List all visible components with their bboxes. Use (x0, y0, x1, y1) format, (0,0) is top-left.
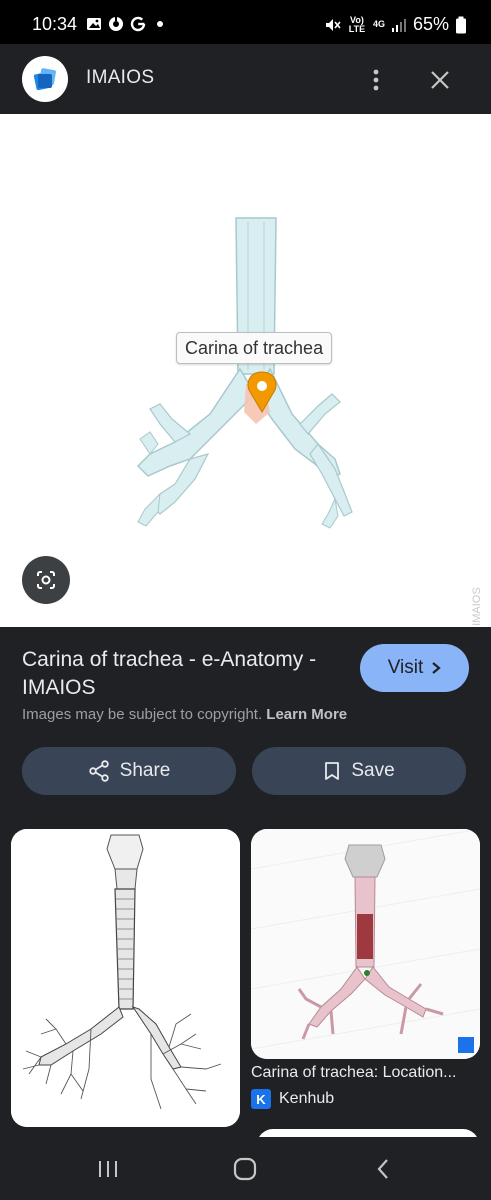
mute-icon (325, 18, 341, 31)
battery-icon (456, 16, 466, 33)
dot-icon (157, 21, 163, 27)
notification-icons (86, 16, 168, 32)
kenhub-trachea-thumbnail (251, 829, 480, 1059)
related-title[interactable]: Carina of trachea: Location... (251, 1064, 481, 1082)
back-button[interactable] (363, 1149, 403, 1189)
mini-app-icon (109, 17, 123, 31)
share-icon (88, 760, 109, 782)
home-icon (233, 1157, 257, 1181)
more-vert-icon (373, 69, 379, 91)
home-button[interactable] (225, 1149, 265, 1189)
back-icon (377, 1159, 388, 1179)
visit-button[interactable]: Visit (360, 644, 469, 692)
google-icon (130, 16, 146, 32)
close-icon (431, 71, 449, 89)
close-button[interactable] (420, 60, 460, 100)
gallery-icon (87, 18, 101, 30)
network-indicator: 4G (372, 19, 385, 29)
trachea-illustration (136, 217, 353, 529)
save-label: Save (351, 760, 395, 781)
related-image-card[interactable] (11, 829, 240, 1127)
battery-percent: 65% (412, 14, 449, 34)
save-button[interactable]: Save (252, 747, 466, 795)
signal-icon (391, 18, 406, 32)
viewer-header: IMAIOS (0, 44, 491, 114)
imaios-logo-icon[interactable] (22, 56, 68, 102)
share-button[interactable]: Share (22, 747, 236, 795)
result-title[interactable]: Carina of trachea - e-Anatomy - IMAIOS (22, 646, 342, 702)
preview-image[interactable]: Carina of trachea © IMAIOS (0, 114, 491, 637)
volte-indicator: Vo) LTE (348, 14, 366, 34)
imaios-watermark: © IMAIOS (471, 587, 483, 637)
learn-more-link[interactable]: Learn More (266, 706, 347, 723)
bookmark-icon (325, 762, 340, 780)
system-nav-bar (0, 1137, 491, 1200)
google-lens-icon (37, 571, 55, 589)
related-image-card-kenhub[interactable] (251, 829, 480, 1059)
copyright-notice: Images may be subject to copyright. Lear… (22, 706, 347, 723)
copyright-text: Images may be subject to copyright. (22, 706, 263, 723)
visit-label: Visit (387, 657, 424, 678)
site-name[interactable]: IMAIOS (86, 67, 154, 89)
google-lens-button[interactable] (22, 556, 70, 604)
kenhub-logo-icon: K (251, 1089, 271, 1109)
recent-apps-button[interactable] (88, 1149, 128, 1189)
trachea-drawing-thumbnail (11, 829, 240, 1127)
recent-apps-icon (99, 1161, 117, 1177)
chevron-right-icon (432, 662, 441, 674)
status-time: 10:34 (32, 14, 78, 34)
more-options-button[interactable] (356, 60, 396, 100)
system-icons: Vo) LTE 4G 65% (323, 14, 467, 35)
carina-label: Carina of trachea (176, 332, 333, 364)
share-label: Share (119, 760, 171, 781)
source-name: Kenhub (279, 1090, 335, 1107)
related-source[interactable]: K Kenhub (251, 1089, 334, 1109)
result-info-panel: Carina of trachea - e-Anatomy - IMAIOS V… (0, 627, 491, 1149)
